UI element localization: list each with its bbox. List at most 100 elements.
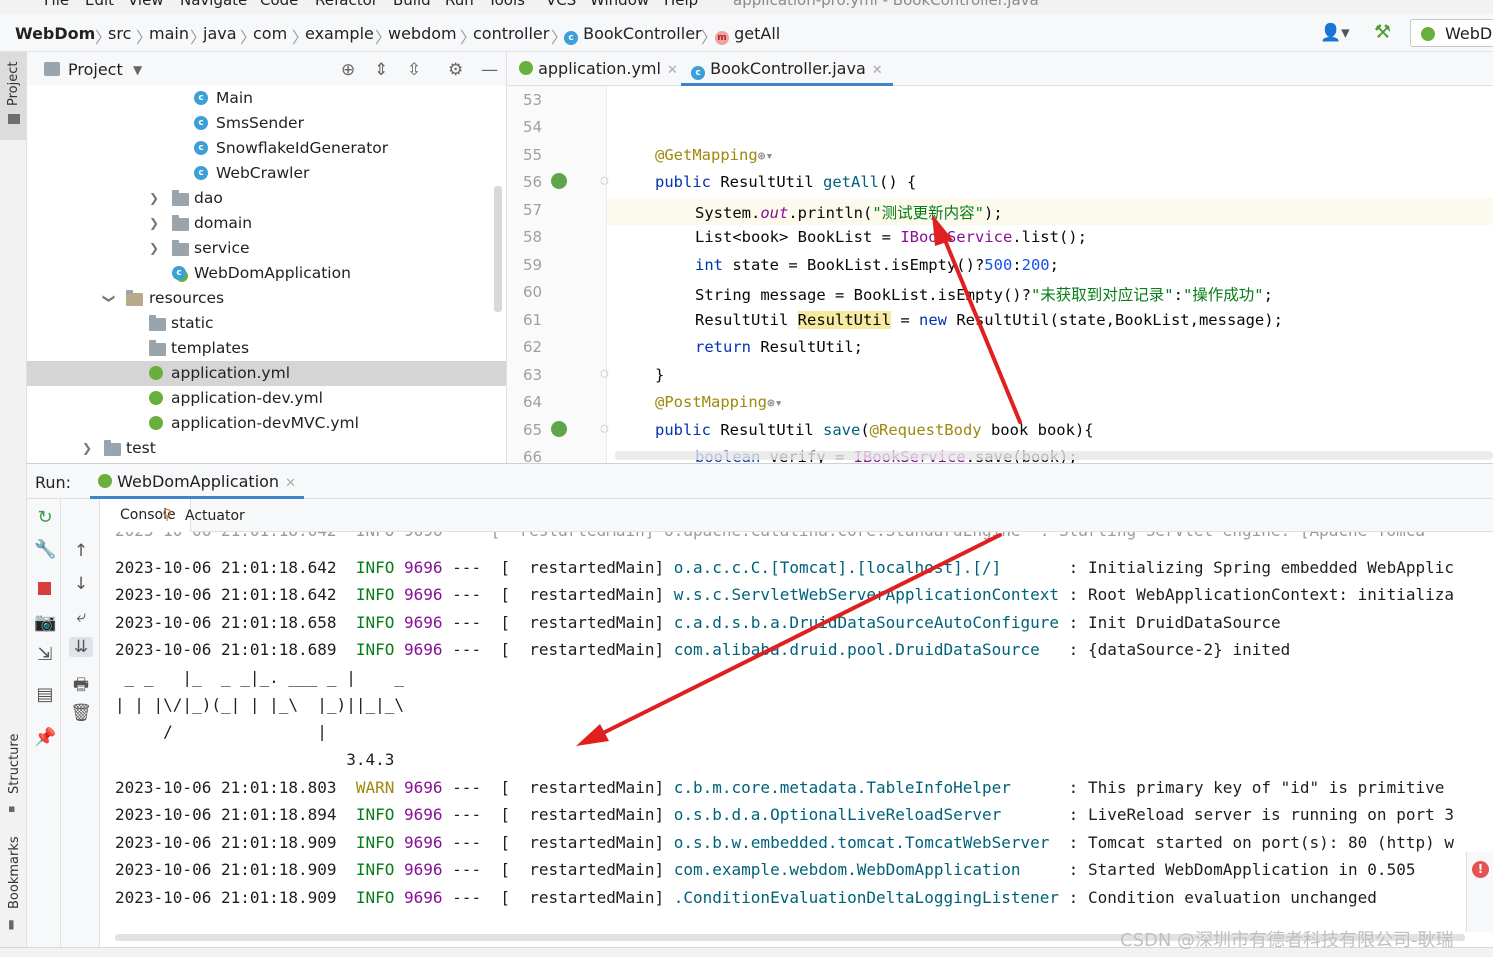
project-tool-button[interactable]: Project	[0, 52, 26, 140]
chevron-right-icon[interactable]: ❯	[149, 236, 159, 261]
tab-bookcontroller-java[interactable]: c BookController.java ✕	[681, 52, 893, 86]
tree-item-application-yml[interactable]: application.yml	[27, 361, 506, 386]
arrow-down-icon[interactable]: ↓	[69, 574, 93, 594]
build-hammer-icon[interactable]: ⚒	[1374, 21, 1391, 43]
tree-item-resources[interactable]: ❯ resources	[27, 286, 506, 311]
log-pid: 9696	[404, 640, 443, 659]
tree-item-snowflakeidgenerator[interactable]: c SnowflakeIdGenerator	[27, 136, 506, 161]
hide-panel-icon[interactable]: —	[481, 60, 498, 80]
spring-endpoint-icon[interactable]	[551, 173, 567, 189]
console-output[interactable]: 2023-10-06 21:01:18.642 INFO 9696 --- [ …	[100, 532, 1493, 947]
code-line-58[interactable]: List<book> BookList = IBookService.list(…	[695, 228, 1087, 246]
chevron-right-icon[interactable]: ❯	[82, 436, 92, 461]
run-tab-webdomapplication[interactable]: WebDomApplication ✕	[90, 464, 304, 499]
tree-item-application-dev-yml[interactable]: application-dev.yml	[27, 386, 506, 411]
menu-navigate[interactable]: Navigate	[180, 0, 247, 9]
project-scrollbar[interactable]	[494, 186, 502, 312]
tree-item-templates[interactable]: templates	[27, 336, 506, 361]
rerun-icon[interactable]: ↻	[34, 507, 56, 528]
spring-endpoint-icon[interactable]	[551, 421, 567, 437]
menu-build[interactable]: Build	[393, 0, 431, 9]
menu-window[interactable]: Window	[590, 0, 649, 9]
breadcrumb-main[interactable]: main	[149, 24, 189, 43]
tree-item-webcrawler[interactable]: c WebCrawler	[27, 161, 506, 186]
tree-item-test[interactable]: ❯ test	[27, 436, 506, 461]
fold-icon[interactable]: ⬡	[600, 369, 609, 380]
code-token: ;	[1263, 286, 1273, 304]
run-configuration-selector[interactable]: WebDo	[1410, 19, 1493, 47]
log-timestamp: 2023-10-06 21:01:18.909	[115, 888, 337, 907]
menu-tools[interactable]: Tools	[488, 0, 525, 9]
tab-application-yml[interactable]: application.yml ✕	[519, 52, 678, 86]
trash-icon[interactable]: 🗑	[69, 703, 93, 723]
bookmarks-tool-button[interactable]: Bookmarks ▮	[0, 836, 26, 937]
fold-icon[interactable]: ⬡	[600, 176, 609, 187]
menu-help[interactable]: Help	[664, 0, 698, 9]
code-line-56[interactable]: public ResultUtil getAll() {	[655, 173, 916, 191]
tree-item-dao[interactable]: ❯ dao	[27, 186, 506, 211]
tree-item-webdomapplication[interactable]: c WebDomApplication	[27, 261, 506, 286]
breadcrumb-controller[interactable]: controller	[473, 24, 549, 43]
tab-console[interactable]: Console	[100, 499, 191, 532]
breadcrumb-project[interactable]: WebDom	[15, 24, 95, 43]
chevron-right-icon[interactable]: ❯	[149, 211, 159, 236]
tree-item-service[interactable]: ❯ service	[27, 236, 506, 261]
code-line-61[interactable]: ResultUtil ResultUtil = new ResultUtil(s…	[695, 311, 1283, 329]
stop-icon[interactable]	[38, 582, 51, 595]
tab-actuator[interactable]: Actuator	[185, 508, 245, 524]
close-icon[interactable]: ✕	[285, 476, 296, 491]
soft-wrap-icon[interactable]: ⤶	[69, 607, 93, 627]
menu-view[interactable]: View	[128, 0, 164, 9]
breadcrumb-java[interactable]: java	[203, 24, 237, 43]
gear-icon[interactable]: ⚙	[448, 60, 463, 80]
tree-item-static[interactable]: static	[27, 311, 506, 336]
breadcrumb-method[interactable]: m getAll	[715, 24, 780, 45]
locate-file-icon[interactable]: ⊕	[341, 60, 355, 80]
menu-code[interactable]: Code	[260, 0, 298, 9]
code-line-64[interactable]: @PostMapping⊛▾	[655, 393, 783, 411]
collapse-all-icon[interactable]: ⇳	[407, 60, 421, 80]
tree-item-smssender[interactable]: c SmsSender	[27, 111, 506, 136]
user-icon[interactable]: 👤▾	[1320, 23, 1350, 43]
arrow-up-icon[interactable]: ↑	[69, 541, 93, 561]
breadcrumb-src[interactable]: src	[108, 24, 131, 43]
breadcrumb-class[interactable]: c BookController	[564, 24, 702, 45]
code-line-62[interactable]: return ResultUtil;	[695, 338, 863, 356]
menu-file[interactable]: File	[44, 0, 69, 9]
chevron-down-icon[interactable]: ▼	[133, 63, 142, 77]
code-line-57[interactable]: System.out.println("测试更新内容");	[695, 201, 1003, 223]
project-panel: Project ▼ ⊕ ⇕ ⇳ ⚙ — c Main c SmsSender c…	[27, 52, 507, 463]
tree-item-main[interactable]: c Main	[27, 86, 506, 111]
tree-item-domain[interactable]: ❯ domain	[27, 211, 506, 236]
menu-refactor[interactable]: Refactor	[315, 0, 378, 9]
pin-icon[interactable]: 📌	[34, 727, 56, 748]
code-line-59[interactable]: int state = BookList.isEmpty()?500:200;	[695, 256, 1059, 274]
code-line-63[interactable]: }	[655, 366, 664, 384]
menu-vcs[interactable]: VCS	[546, 0, 576, 9]
breadcrumb-webdom[interactable]: webdom	[388, 24, 457, 43]
fold-icon[interactable]: ⬡	[600, 424, 609, 435]
breadcrumb-com[interactable]: com	[253, 24, 287, 43]
code-line-65[interactable]: public ResultUtil save(@RequestBody book…	[655, 421, 1094, 439]
project-panel-title[interactable]: Project	[68, 60, 123, 79]
chevron-right-icon[interactable]: ❯	[149, 186, 159, 211]
menu-edit[interactable]: Edit	[85, 0, 114, 9]
camera-icon[interactable]: 📷	[34, 612, 56, 633]
chevron-down-icon[interactable]: ❯	[97, 293, 122, 303]
editor-horizontal-scrollbar[interactable]	[615, 451, 1493, 460]
wrench-icon[interactable]: 🔧	[34, 539, 56, 560]
error-indicator[interactable]: !	[1466, 852, 1493, 932]
scroll-to-end-icon[interactable]: ⇊	[69, 637, 93, 657]
expand-all-icon[interactable]: ⇕	[374, 60, 388, 80]
structure-tool-button[interactable]: Structure ▪	[0, 732, 26, 822]
login-icon[interactable]: ⇲	[34, 644, 56, 665]
breadcrumb-example[interactable]: example	[305, 24, 374, 43]
menu-run[interactable]: Run	[445, 0, 474, 9]
code-line-55[interactable]: @GetMapping⊛▾	[655, 146, 773, 164]
close-icon[interactable]: ✕	[872, 63, 883, 78]
print-icon[interactable]: 🖶	[69, 672, 93, 701]
layout-icon[interactable]: ▤	[34, 684, 56, 705]
code-line-60[interactable]: String message = BookList.isEmpty()?"未获取…	[695, 283, 1273, 305]
close-icon[interactable]: ✕	[667, 63, 678, 78]
tree-item-application-devmvc-yml[interactable]: application-devMVC.yml	[27, 411, 506, 436]
